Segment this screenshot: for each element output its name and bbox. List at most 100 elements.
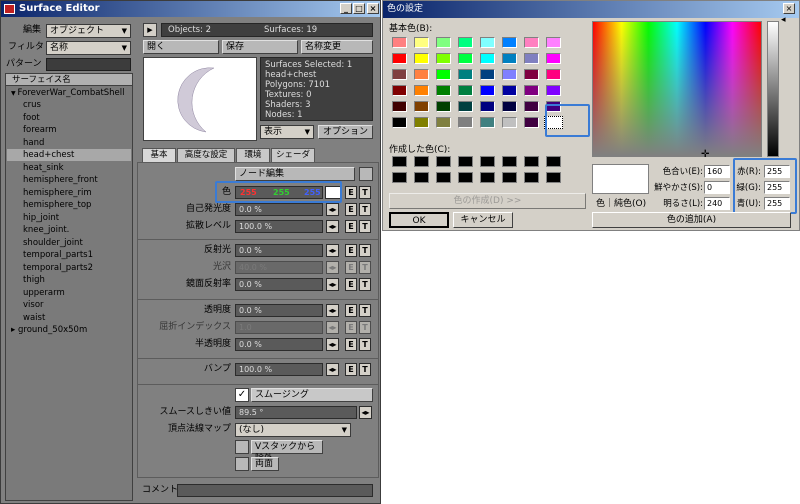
rename-button[interactable]: 名称変更 [301,40,373,54]
surface-list-item[interactable]: hip_joint [7,212,131,224]
color-swatch[interactable] [436,85,451,96]
color-swatch[interactable] [502,53,517,64]
property-spinner[interactable]: ◂▸ [326,363,339,376]
envelope-button[interactable]: E [345,261,357,274]
custom-color-swatch[interactable] [524,172,539,183]
envelope-button[interactable]: E [345,244,357,257]
surface-list-item[interactable]: forearm [7,124,131,136]
color-swatch[interactable] [414,101,429,112]
smoothing-checkbox[interactable]: ✓ [235,388,249,402]
custom-color-swatch[interactable] [502,156,517,167]
minimize-button[interactable]: _ [340,3,352,14]
envelope-button[interactable]: E [345,338,357,351]
tab-environment[interactable]: 環境 [236,148,270,162]
custom-color-swatch[interactable] [480,156,495,167]
color-swatch[interactable] [524,117,539,128]
property-value-field[interactable]: 0.0 % [235,203,323,216]
color-swatch[interactable] [392,85,407,96]
color-swatch[interactable] [458,53,473,64]
vstack-exclude-button[interactable]: Vスタックから除外 [251,440,323,464]
custom-color-swatch[interactable] [546,172,561,183]
custom-color-swatch[interactable] [436,156,451,167]
double-sided-checkbox[interactable] [235,457,249,471]
surface-list-item[interactable]: foot [7,112,131,124]
color-swatch[interactable] [392,53,407,64]
color-swatch[interactable] [480,53,495,64]
property-spinner[interactable]: ◂▸ [326,338,339,351]
property-value-field[interactable]: 100.0 % [235,220,323,233]
color-swatch[interactable] [480,69,495,80]
color-swatch[interactable] [524,101,539,112]
double-sided-button[interactable]: 両面 [251,457,279,471]
color-swatch[interactable] [546,53,561,64]
color-swatch[interactable] [524,85,539,96]
color-swatch[interactable] [458,85,473,96]
color-texture-button[interactable]: T [359,186,371,199]
color-envelope-button[interactable]: E [345,186,357,199]
lum-input[interactable]: 240 [704,197,730,210]
tree-second-item[interactable]: ▸ ground_50x50m [7,324,131,336]
maximize-button[interactable]: □ [353,3,365,14]
node-edit-toggle[interactable] [359,167,373,181]
property-spinner[interactable]: ◂▸ [326,261,339,274]
color-swatch[interactable] [524,69,539,80]
vertex-normal-dropdown[interactable]: (なし) ▼ [235,423,351,437]
display-dropdown[interactable]: 表示 ▼ [260,125,314,139]
custom-color-swatch[interactable] [524,156,539,167]
ok-button[interactable]: OK [389,212,449,228]
color-swatch[interactable] [414,117,429,128]
color-swatch[interactable] [436,37,451,48]
custom-color-swatch[interactable] [480,172,495,183]
surface-list-item[interactable]: thigh [7,274,131,286]
custom-color-swatch[interactable] [546,156,561,167]
envelope-button[interactable]: E [345,220,357,233]
texture-button[interactable]: T [359,220,371,233]
surface-list-item[interactable]: hemisphere_top [7,199,131,211]
property-spinner[interactable]: ◂▸ [326,220,339,233]
custom-color-swatch[interactable] [414,156,429,167]
color-swatch[interactable] [458,69,473,80]
custom-color-swatch[interactable] [414,172,429,183]
color-swatch[interactable] [392,37,407,48]
surface-list-item[interactable]: head+chest [7,149,131,161]
color-swatch[interactable] [502,69,517,80]
property-value-field[interactable]: 0.0 % [235,278,323,291]
surface-list-item[interactable]: hand [7,137,131,149]
envelope-button[interactable]: E [345,304,357,317]
luminosity-bar[interactable] [767,21,779,157]
texture-button[interactable]: T [359,261,371,274]
property-spinner[interactable]: ◂▸ [326,244,339,257]
surface-list-item[interactable]: waist [7,312,131,324]
property-spinner[interactable]: ◂▸ [326,321,339,334]
surface-list-item[interactable]: hemisphere_front [7,174,131,186]
tab-advanced[interactable]: 高度な設定 [177,148,235,162]
color-swatch[interactable] [392,69,407,80]
node-edit-button[interactable]: ノード編集 [235,167,355,181]
color-swatch[interactable] [436,69,451,80]
property-value-field[interactable]: 40.0 % [235,261,323,274]
smoothing-button[interactable]: スムージング [251,388,373,402]
sat-input[interactable]: 0 [704,181,730,194]
texture-button[interactable]: T [359,244,371,257]
comment-input[interactable] [177,484,373,497]
custom-color-swatch[interactable] [436,172,451,183]
color-swatch[interactable] [524,53,539,64]
color-swatch[interactable] [414,53,429,64]
color-spectrum[interactable] [592,21,762,157]
property-value-field[interactable]: 0.0 % [235,338,323,351]
options-button[interactable]: オプション [318,125,373,139]
texture-button[interactable]: T [359,321,371,334]
surface-list-item[interactable]: upperarm [7,287,131,299]
surface-list-item[interactable]: heat_sink [7,162,131,174]
smooth-threshold-field[interactable]: 89.5 ° [235,406,357,419]
envelope-button[interactable]: E [345,203,357,216]
color-swatch[interactable] [480,101,495,112]
edit-mode-dropdown[interactable]: オブジェクト ▼ [46,24,131,38]
custom-color-swatch[interactable] [458,172,473,183]
color-swatch[interactable] [414,85,429,96]
color-swatch[interactable] [502,37,517,48]
color-swatch[interactable] [392,101,407,112]
texture-button[interactable]: T [359,278,371,291]
surface-list-item[interactable]: temporal_parts2 [7,262,131,274]
add-custom-color-button[interactable]: 色の追加(A) [592,212,791,228]
